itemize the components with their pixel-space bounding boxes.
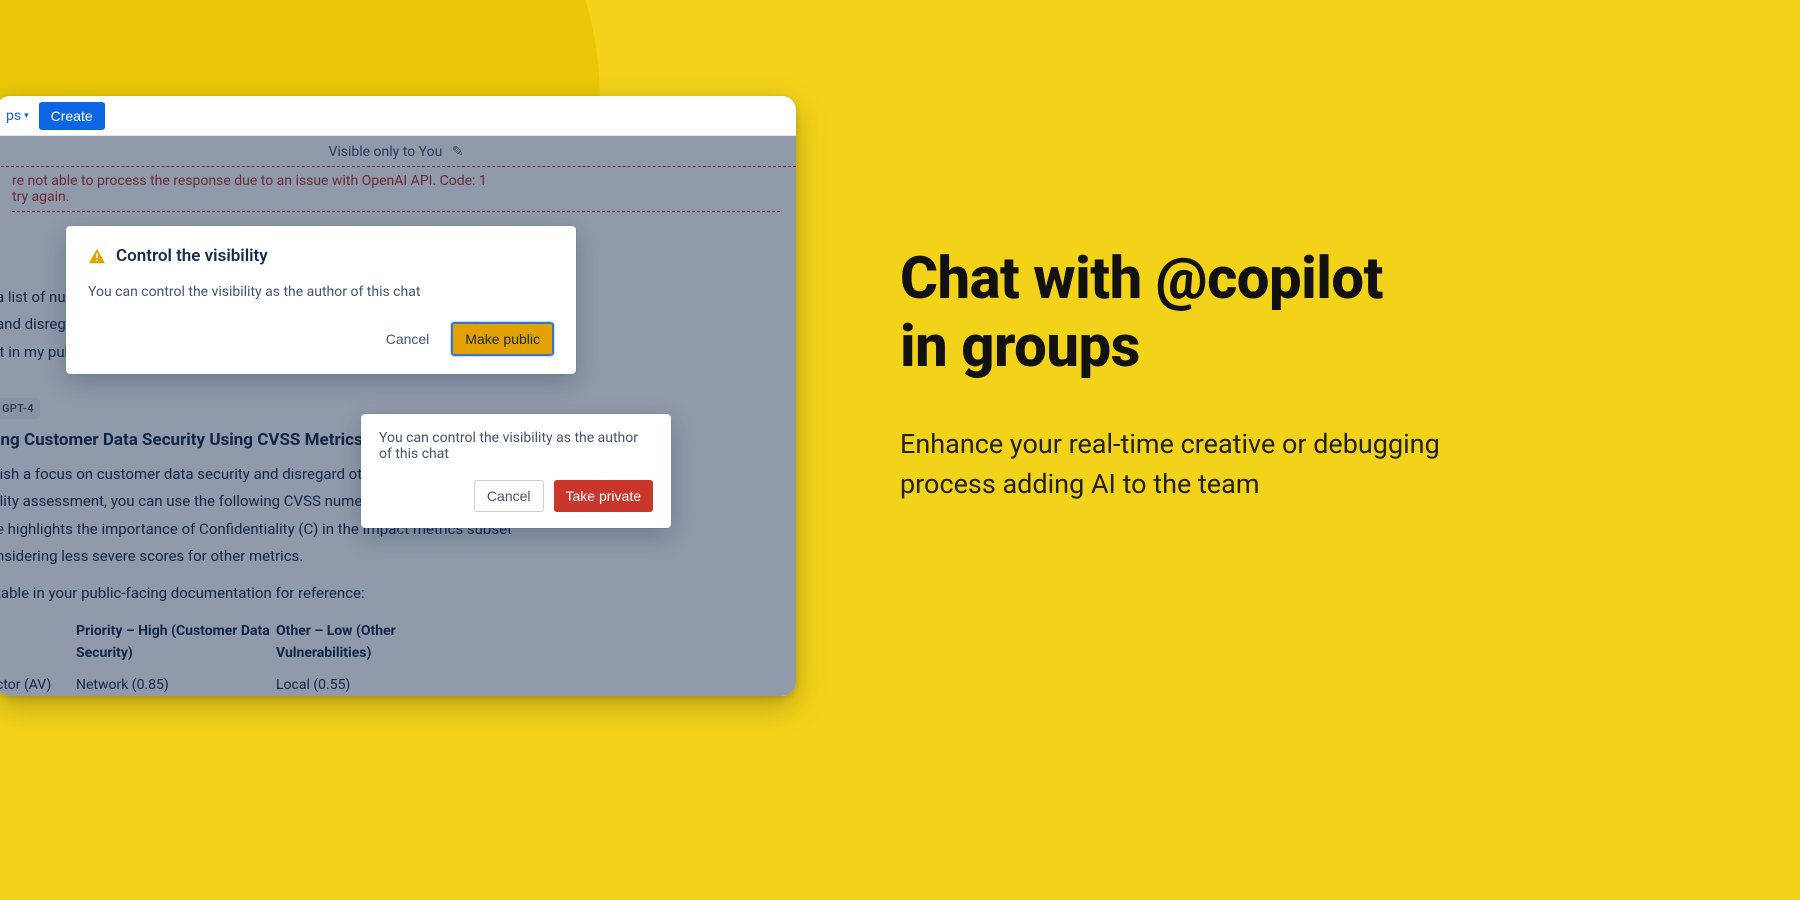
- app-topbar: ps ▾ Create: [0, 96, 796, 136]
- cancel-button[interactable]: Cancel: [474, 480, 544, 512]
- chevron-down-icon: ▾: [24, 111, 29, 121]
- app-screenshot: ps ▾ Create Visible only to You ✎ re not…: [0, 96, 796, 696]
- modal-title: Control the visibility: [116, 246, 268, 266]
- hero-title: Chat with @copilot in groups: [900, 245, 1540, 382]
- warning-icon: [88, 248, 106, 264]
- visibility-modal-private: You can control the visibility as the au…: [361, 414, 671, 528]
- create-button[interactable]: Create: [39, 102, 105, 130]
- hero-text: Chat with @copilot in groups Enhance you…: [900, 245, 1540, 505]
- modal-message: You can control the visibility as the au…: [88, 284, 554, 300]
- apps-dropdown[interactable]: ps ▾: [6, 108, 29, 124]
- hero-title-line1: Chat with @copilot: [900, 245, 1383, 313]
- apps-label: ps: [6, 108, 21, 124]
- hero-subtitle: Enhance your real-time creative or debug…: [900, 424, 1540, 505]
- document-area: Visible only to You ✎ re not able to pro…: [0, 136, 796, 696]
- promo-slide: Chat with @copilot in groups Enhance you…: [0, 0, 1800, 900]
- visibility-modal-public: Control the visibility You can control t…: [66, 226, 576, 374]
- take-private-button[interactable]: Take private: [554, 480, 653, 512]
- modal-message: You can control the visibility as the au…: [379, 430, 653, 462]
- make-public-button[interactable]: Make public: [451, 322, 554, 356]
- cancel-button[interactable]: Cancel: [374, 322, 442, 356]
- hero-title-line2: in groups: [900, 313, 1140, 381]
